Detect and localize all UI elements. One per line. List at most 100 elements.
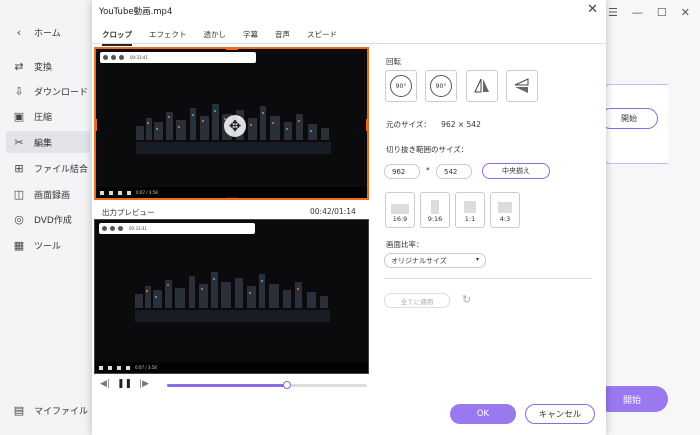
edit-dialog: YouTube動画.mp4 ✕ クロップ エフェクト 透かし 字幕 音声 スピー… (92, 0, 606, 435)
app-window: ‹ ホーム ⇄ 変換 ⇩ ダウンロード ▣ 圧縮 ✂ 編集 ⊞ ファイル結合 ◫… (0, 0, 700, 435)
ratio-16-9-icon (391, 204, 409, 214)
download-icon: ⇩ (14, 84, 24, 98)
playback-controls: ◀| ❚❚ |▶ (100, 379, 149, 389)
video-player-toolbar: 00:33:41 (99, 223, 255, 234)
crop-handle-left[interactable] (96, 119, 97, 131)
crop-height-input[interactable]: 542 (436, 164, 472, 179)
dialog-title: YouTube動画.mp4 (99, 7, 173, 17)
ok-button[interactable]: OK (450, 404, 516, 424)
background-start-all-button[interactable]: 開始 (596, 386, 668, 412)
background-main-panel: ☰ — ☐ ✕ (606, 0, 700, 435)
original-size-label: 元のサイズ： 962 × 542 (386, 119, 481, 130)
preview-time: 00:42/01:14 (310, 207, 356, 216)
flip-horizontal-icon (474, 78, 489, 93)
menu-icon[interactable]: ☰ (608, 6, 618, 19)
crop-size-label: 切り抜き範囲のサイズ： (386, 145, 469, 154)
ratio-9-16-button[interactable]: 9:16 (420, 192, 450, 228)
sidebar-item-my-files[interactable]: ▤ マイファイル (6, 399, 90, 421)
sidebar-item-label: ファイル結合 (34, 164, 89, 175)
aspect-ratio-select[interactable]: オリジナルサイズ ▾ (384, 253, 486, 268)
sidebar-item-label: 編集 (34, 138, 53, 149)
aspect-ratio-value: オリジナルサイズ (391, 256, 447, 265)
crop-separator: * (426, 166, 430, 175)
home-label: ホーム (34, 28, 61, 39)
ratio-4-3-icon (498, 202, 512, 213)
compress-icon: ▣ (13, 109, 25, 123)
crop-handle-right[interactable] (366, 119, 367, 131)
sidebar-item-label: ダウンロード (34, 87, 89, 98)
sidebar: ‹ ホーム ⇄ 変換 ⇩ ダウンロード ▣ 圧縮 ✂ 編集 ⊞ ファイル結合 ◫… (0, 0, 92, 435)
ratio-1-1-button[interactable]: 1:1 (455, 192, 485, 228)
rotate-right-button[interactable]: 90° (385, 70, 417, 102)
record-icon: ◫ (13, 187, 25, 201)
home-nav[interactable]: ‹ ホーム (6, 21, 90, 43)
merge-icon: ⊞ (14, 161, 24, 175)
window-controls: ☰ — ☐ ✕ (608, 6, 690, 19)
sidebar-item-dvd[interactable]: ◎ DVD作成 (6, 208, 90, 230)
rotate-left-button[interactable]: 90° (425, 70, 457, 102)
crop-handle-top[interactable] (226, 49, 238, 50)
sidebar-item-label: DVD作成 (34, 215, 72, 226)
sidebar-item-merge[interactable]: ⊞ ファイル結合 (6, 157, 90, 179)
ratio-label: 16:9 (392, 215, 408, 223)
chevron-down-icon: ▾ (475, 256, 479, 263)
background-start-button[interactable]: 開始 (600, 108, 658, 129)
previous-frame-icon[interactable]: ◀| (100, 379, 110, 389)
playback-progress-fill (167, 384, 287, 387)
chevron-left-icon: ‹ (16, 25, 22, 39)
close-icon[interactable]: ✕ (587, 2, 598, 17)
sidebar-item-label: マイファイル (34, 406, 89, 417)
ratio-label: 9:16 (427, 215, 443, 223)
folder-icon: ▤ (13, 403, 25, 417)
sidebar-item-edit[interactable]: ✂ 編集 (6, 131, 90, 153)
ratio-9-16-icon (431, 200, 439, 214)
ratio-1-1-icon (464, 201, 476, 213)
flip-horizontal-button[interactable] (466, 70, 498, 102)
next-frame-icon[interactable]: |▶ (139, 379, 149, 389)
video-controls-bar: 0:07 / 3:58 (95, 362, 368, 373)
playback-slider-knob[interactable] (283, 381, 291, 389)
output-preview-video: 00:33:41 0:07 / 3:58 (94, 219, 369, 374)
sidebar-item-tools[interactable]: ▦ ツール (6, 234, 90, 256)
sidebar-item-label: ツール (34, 241, 62, 252)
ratio-label: 4:3 (499, 215, 511, 223)
video-player-toolbar: 00:33:41 (100, 52, 256, 63)
original-size-value: 962 × 542 (441, 120, 481, 129)
ratio-16-9-button[interactable]: 16:9 (385, 192, 415, 228)
settings-divider (384, 278, 592, 279)
apply-all-button[interactable]: 全てに適用 (384, 293, 450, 308)
flip-vertical-icon (514, 78, 529, 93)
ratio-4-3-button[interactable]: 4:3 (490, 192, 520, 228)
crop-video-area[interactable]: 00:33:41 ✥ 0:07 / 3:58 (94, 47, 369, 200)
sidebar-item-label: 画面録画 (34, 190, 71, 201)
tab-divider (92, 43, 606, 44)
flip-vertical-button[interactable] (506, 70, 538, 102)
rotate-clockwise-icon: 90° (390, 75, 412, 97)
sidebar-item-record[interactable]: ◫ 画面録画 (6, 183, 90, 205)
tools-icon: ▦ (13, 238, 25, 252)
city-skyline-image (115, 272, 350, 324)
convert-icon: ⇄ (14, 59, 24, 73)
rotate-counterclockwise-icon: 90° (430, 75, 452, 97)
rotate-label: 回転 (386, 57, 401, 66)
center-align-button[interactable]: 中央揃え (482, 163, 550, 179)
move-crosshair-icon[interactable]: ✥ (224, 115, 246, 137)
sidebar-item-label: 変換 (34, 62, 53, 73)
crop-width-input[interactable]: 962 (384, 164, 420, 179)
sidebar-item-compress[interactable]: ▣ 圧縮 (6, 105, 90, 127)
playback-slider[interactable] (167, 381, 367, 389)
cancel-button[interactable]: キャンセル (525, 404, 595, 424)
preview-label: 出力プレビュー (102, 208, 155, 217)
pause-icon[interactable]: ❚❚ (117, 379, 132, 389)
sidebar-item-download[interactable]: ⇩ ダウンロード (6, 80, 90, 102)
video-controls-bar: 0:07 / 3:58 (96, 187, 367, 198)
reset-icon[interactable]: ↻ (462, 293, 471, 306)
scissors-icon: ✂ (14, 135, 24, 149)
close-icon[interactable]: ✕ (681, 6, 690, 19)
aspect-ratio-label: 画面比率： (386, 240, 424, 249)
minimize-icon[interactable]: — (632, 6, 643, 19)
ratio-label: 1:1 (464, 215, 476, 223)
dvd-icon: ◎ (14, 212, 24, 226)
sidebar-item-convert[interactable]: ⇄ 変換 (6, 55, 90, 77)
maximize-icon[interactable]: ☐ (657, 6, 667, 19)
